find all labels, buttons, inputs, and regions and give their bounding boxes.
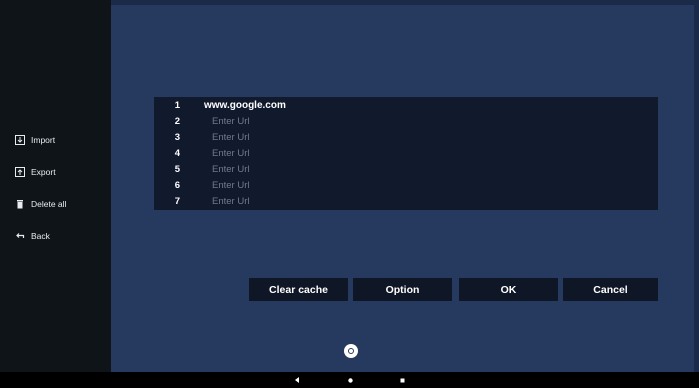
sidebar: Import Export Delete all Back: [0, 0, 111, 372]
trash-icon: [15, 199, 25, 209]
url-input-7[interactable]: Enter Url: [212, 196, 249, 207]
url-row-number: 7: [174, 195, 180, 207]
url-input-1[interactable]: www.google.com: [204, 100, 286, 111]
nav-back-icon[interactable]: [292, 375, 302, 385]
clear-cache-button[interactable]: Clear cache: [249, 278, 348, 301]
url-row-number: 4: [174, 147, 180, 159]
nav-recents-icon[interactable]: [397, 375, 407, 385]
url-row-2[interactable]: 2 Enter Url: [154, 113, 658, 129]
url-input-5[interactable]: Enter Url: [212, 164, 249, 175]
export-button[interactable]: Export: [15, 165, 56, 179]
export-label: Export: [31, 167, 56, 177]
option-button[interactable]: Option: [353, 278, 452, 301]
back-arrow-icon: [15, 231, 25, 241]
import-button[interactable]: Import: [15, 133, 55, 147]
delete-all-label: Delete all: [31, 199, 67, 209]
nav-home-icon[interactable]: [345, 375, 355, 385]
url-row-number: 5: [174, 163, 180, 175]
system-nav-bar: [0, 372, 699, 388]
url-list: 1 www.google.com 2 Enter Url 3 Enter Url…: [154, 97, 658, 210]
ok-button[interactable]: OK: [459, 278, 558, 301]
import-icon: [15, 135, 25, 145]
url-row-number: 1: [174, 99, 180, 111]
url-input-4[interactable]: Enter Url: [212, 148, 249, 159]
floating-home-icon[interactable]: [344, 344, 358, 358]
url-input-2[interactable]: Enter Url: [212, 116, 249, 127]
url-row-1[interactable]: 1 www.google.com: [154, 97, 658, 113]
back-button[interactable]: Back: [15, 229, 50, 243]
back-label: Back: [31, 231, 50, 241]
url-row-number: 2: [174, 115, 180, 127]
url-input-6[interactable]: Enter Url: [212, 180, 249, 191]
delete-all-button[interactable]: Delete all: [15, 197, 66, 211]
url-input-3[interactable]: Enter Url: [212, 132, 249, 143]
url-row-6[interactable]: 6 Enter Url: [154, 177, 658, 193]
url-row-3[interactable]: 3 Enter Url: [154, 129, 658, 145]
cancel-button[interactable]: Cancel: [563, 278, 658, 301]
import-label: Import: [31, 135, 56, 145]
url-row-5[interactable]: 5 Enter Url: [154, 161, 658, 177]
url-row-7[interactable]: 7 Enter Url: [154, 193, 658, 209]
home-ring: [348, 348, 354, 354]
url-row-number: 3: [174, 131, 180, 143]
url-row-4[interactable]: 4 Enter Url: [154, 145, 658, 161]
url-row-number: 6: [174, 179, 180, 191]
export-icon: [15, 167, 25, 177]
